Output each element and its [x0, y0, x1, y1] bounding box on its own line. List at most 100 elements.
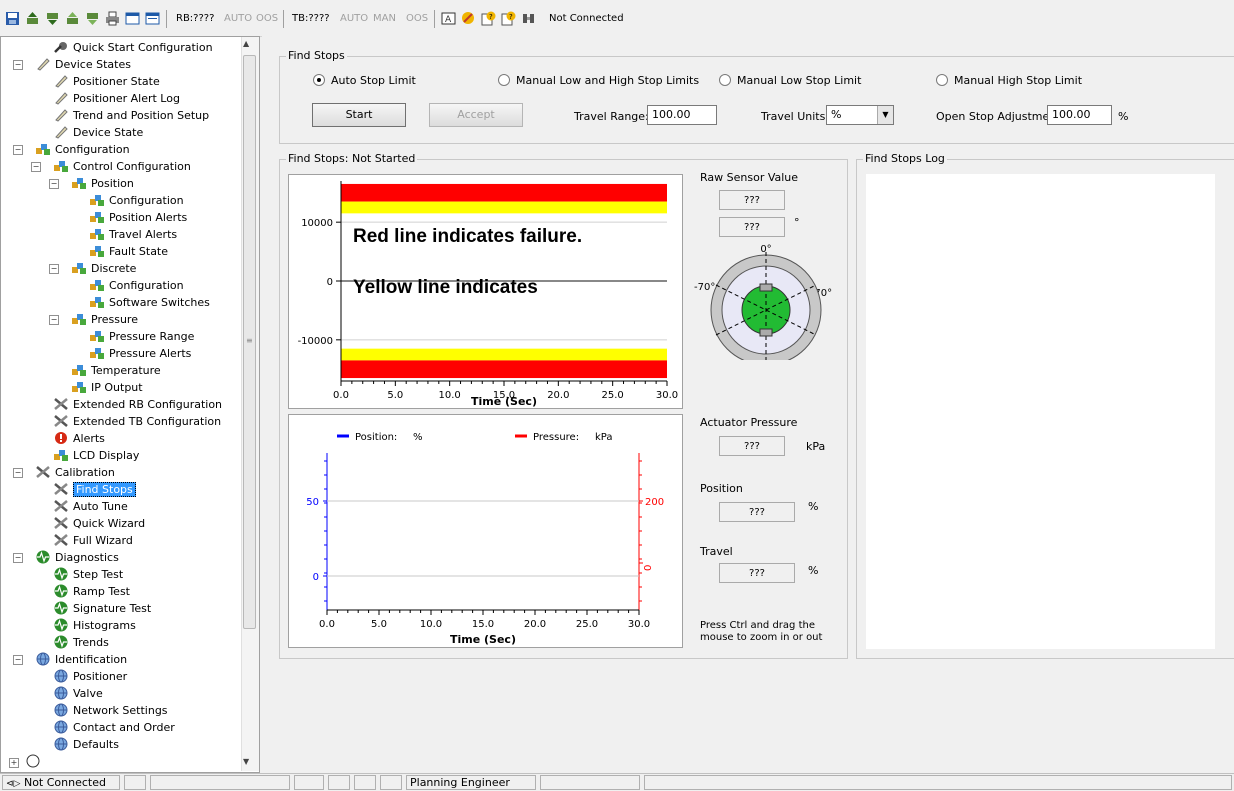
tree-item-label: Fault State [109, 245, 169, 258]
tree-item-pressure-alerts[interactable]: Pressure Alerts [89, 345, 191, 362]
tree-item-partial[interactable]: + [9, 753, 45, 770]
upload-all-icon[interactable] [65, 11, 80, 26]
x-tick-label: 20.0 [524, 619, 546, 630]
tree-item-position-alerts[interactable]: Position Alerts [89, 209, 187, 226]
tree-collapse-icon[interactable]: − [49, 179, 59, 189]
tree-collapse-icon[interactable]: − [49, 264, 59, 274]
find-stops-log-area[interactable] [866, 174, 1215, 649]
dropdown-arrow-icon[interactable]: ▼ [877, 106, 893, 124]
accept-button[interactable]: Accept [429, 103, 523, 127]
start-button[interactable]: Start [312, 103, 406, 127]
tree-item-trend-and-position-setup[interactable]: Trend and Position Setup [53, 107, 209, 124]
tree-item-label: Valve [73, 687, 103, 700]
tree-item-step-test[interactable]: Step Test [53, 566, 123, 583]
tree-item-position[interactable]: Position [71, 175, 134, 192]
tree-collapse-icon[interactable]: − [31, 162, 41, 172]
tree-item-find-stops[interactable]: Find Stops [53, 481, 136, 498]
tree-item-extended-tb-configuration[interactable]: Extended TB Configuration [53, 413, 221, 430]
print-icon[interactable] [105, 11, 120, 26]
tree-item-quick-start-configuration[interactable]: Quick Start Configuration [53, 39, 213, 56]
tree-item-calibration[interactable]: Calibration [35, 464, 115, 481]
tree-item-control-configuration[interactable]: Control Configuration [53, 158, 191, 175]
window-alt-icon[interactable] [145, 11, 160, 26]
tb-auto-button[interactable]: AUTO [340, 13, 368, 24]
tb-man-button[interactable]: MAN [373, 13, 396, 24]
tree-item-discrete[interactable]: Discrete [71, 260, 136, 277]
tree-expand-icon[interactable]: + [9, 758, 19, 768]
tree-item-device-states[interactable]: Device States [35, 56, 131, 73]
tree-item-defaults[interactable]: Defaults [53, 736, 119, 753]
tree-item-valve[interactable]: Valve [53, 685, 103, 702]
rb-oos-button[interactable]: OOS [256, 13, 278, 24]
scroll-down-arrow-icon[interactable]: ▼ [243, 757, 249, 766]
tree-item-pressure-range[interactable]: Pressure Range [89, 328, 194, 345]
tree-item-ip-output[interactable]: IP Output [71, 379, 143, 396]
connect-icon[interactable] [521, 11, 536, 26]
position-pressure-chart[interactable]: 50 0 200 0 Position:% Pressure: kPa 0.0 5.0 10.0 1… [288, 414, 683, 648]
tree-item-pressure[interactable]: Pressure [71, 311, 138, 328]
text-box-icon[interactable]: A [441, 11, 456, 26]
save-icon[interactable] [5, 11, 20, 26]
tree-collapse-icon[interactable]: − [13, 60, 23, 70]
x-axis-title: Time (Sec) [471, 395, 537, 408]
tree-item-configuration[interactable]: Configuration [89, 277, 184, 294]
window-icon[interactable] [125, 11, 140, 26]
tree-item-quick-wizard[interactable]: Quick Wizard [53, 515, 145, 532]
tree-item-positioner[interactable]: Positioner [53, 668, 127, 685]
tree-item-label: Ramp Test [73, 585, 130, 598]
radio-manual-low-high[interactable]: Manual Low and High Stop Limits [498, 74, 699, 87]
travel-units-select[interactable]: % ▼ [826, 105, 894, 125]
travel-range-input[interactable]: 100.00 [647, 105, 717, 125]
cubes-icon [71, 312, 87, 326]
tree-item-fault-state[interactable]: Fault State [89, 243, 168, 260]
tree-item-label: Contact and Order [73, 721, 175, 734]
tree-item-trends[interactable]: Trends [53, 634, 109, 651]
tree-item-signature-test[interactable]: Signature Test [53, 600, 151, 617]
rb-auto-button[interactable]: AUTO [224, 13, 252, 24]
tree-item-software-switches[interactable]: Software Switches [89, 294, 210, 311]
tree-item-label: Extended TB Configuration [73, 415, 222, 428]
tree-item-diagnostics[interactable]: Diagnostics [35, 549, 119, 566]
tree-collapse-icon[interactable]: − [13, 655, 23, 665]
tree-item-extended-rb-configuration[interactable]: Extended RB Configuration [53, 396, 222, 413]
toolbar: RB:???? AUTO OOS TB:???? AUTO MAN OOS A … [0, 0, 1234, 37]
context-help-icon[interactable]: ? [501, 11, 516, 26]
tree-item-configuration[interactable]: Configuration [35, 141, 130, 158]
radio-auto-stop-limit[interactable]: Auto Stop Limit [313, 74, 416, 87]
upload-device-icon[interactable] [25, 11, 40, 26]
tree-collapse-icon[interactable]: − [49, 315, 59, 325]
tools-icon[interactable] [461, 11, 476, 26]
tree-item-positioner-state[interactable]: Positioner State [53, 73, 160, 90]
tree-item-lcd-display[interactable]: LCD Display [53, 447, 139, 464]
threshold-band [341, 183, 667, 202]
tree-item-temperature[interactable]: Temperature [71, 362, 161, 379]
radio-manual-low[interactable]: Manual Low Stop Limit [719, 74, 861, 87]
tree-item-full-wizard[interactable]: Full Wizard [53, 532, 133, 549]
tree-item-alerts[interactable]: Alerts [53, 430, 105, 447]
status-cell [124, 775, 146, 790]
tree-item-auto-tune[interactable]: Auto Tune [53, 498, 128, 515]
help-icon[interactable]: ? [481, 11, 496, 26]
tree-item-contact-and-order[interactable]: Contact and Order [53, 719, 175, 736]
tree-collapse-icon[interactable]: − [13, 468, 23, 478]
tree-item-histograms[interactable]: Histograms [53, 617, 136, 634]
tree-item-ramp-test[interactable]: Ramp Test [53, 583, 130, 600]
open-stop-adjustment-input[interactable]: 100.00 [1047, 105, 1112, 125]
scroll-up-arrow-icon[interactable]: ▲ [243, 39, 249, 48]
pulse-icon [53, 567, 69, 581]
tree-item-travel-alerts[interactable]: Travel Alerts [89, 226, 177, 243]
tb-oos-button[interactable]: OOS [406, 13, 428, 24]
pencil-icon [53, 125, 69, 139]
radio-manual-high[interactable]: Manual High Stop Limit [936, 74, 1082, 87]
legend-label: Pressure: [533, 432, 579, 443]
download-all-icon[interactable] [85, 11, 100, 26]
tree-item-identification[interactable]: Identification [35, 651, 127, 668]
tree-item-device-state[interactable]: Device State [53, 124, 143, 141]
tree-item-network-settings[interactable]: Network Settings [53, 702, 168, 719]
download-device-icon[interactable] [45, 11, 60, 26]
tree-item-configuration[interactable]: Configuration [89, 192, 184, 209]
tree-item-positioner-alert-log[interactable]: Positioner Alert Log [53, 90, 180, 107]
tree-collapse-icon[interactable]: − [13, 553, 23, 563]
stop-limit-chart[interactable]: 10000 0 -10000 Red line indicates failure. Y… [288, 174, 683, 409]
tree-collapse-icon[interactable]: − [13, 145, 23, 155]
